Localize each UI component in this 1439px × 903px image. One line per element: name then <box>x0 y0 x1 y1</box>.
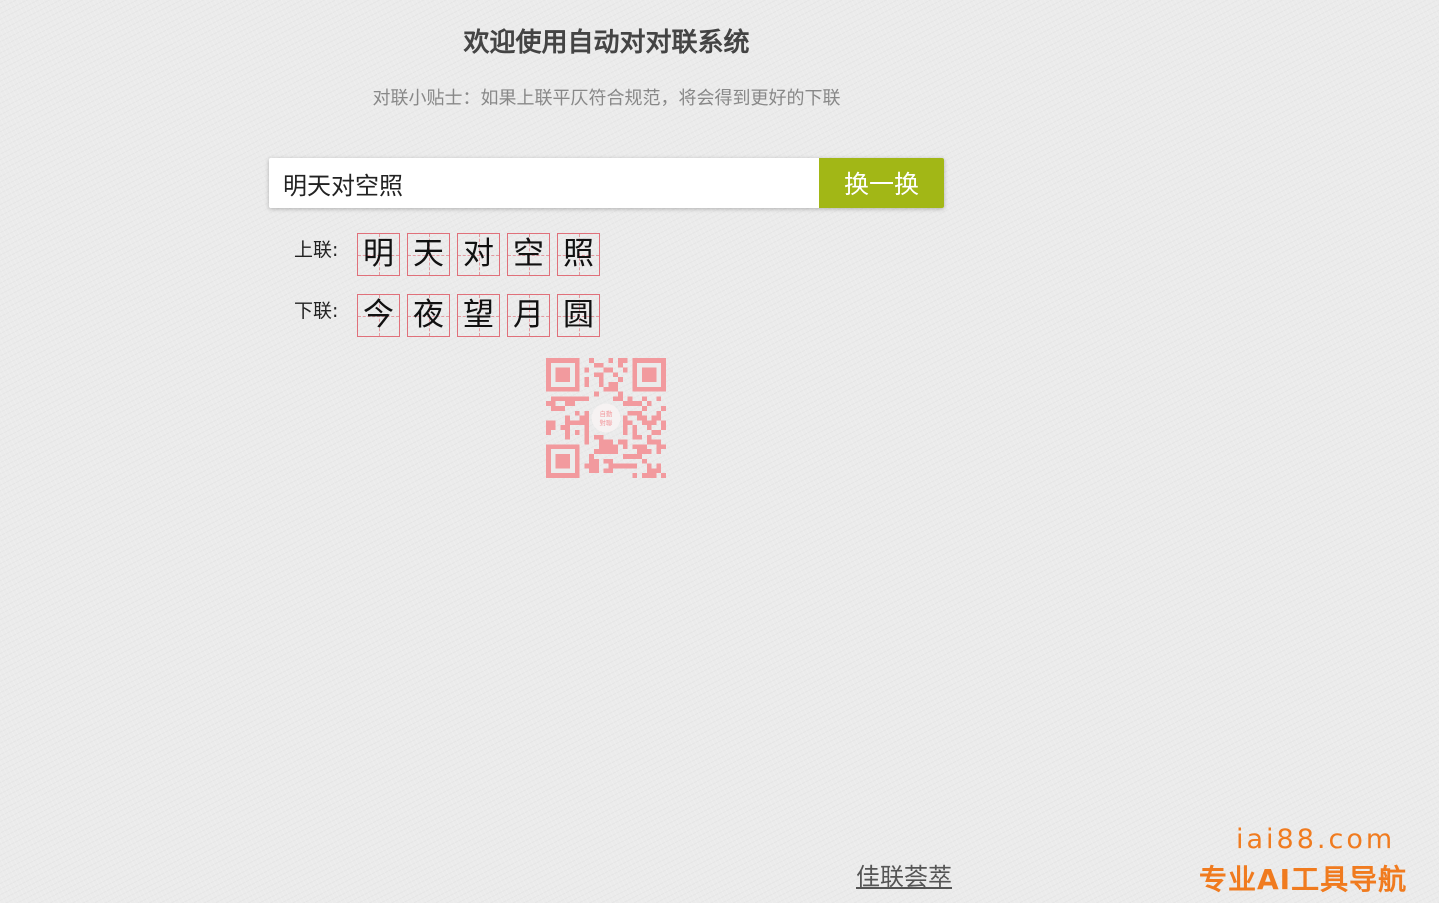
upper-char: 对 <box>463 236 494 272</box>
upper-couplet-row: 上联: 明 天 对 空 照 <box>294 233 607 276</box>
lower-char: 夜 <box>413 297 444 333</box>
upper-char: 照 <box>563 236 594 272</box>
lower-char-box: 望 <box>457 294 500 337</box>
qr-center-text-bottom: 對聯 <box>600 418 613 427</box>
qr-center-text-top: 自動 <box>600 409 613 418</box>
lower-char: 望 <box>463 297 494 333</box>
lower-char-box: 月 <box>507 294 550 337</box>
qr-code-icon: 自動 對聯 <box>546 358 666 478</box>
lower-couplet-chars: 今 夜 望 月 圆 <box>357 294 607 337</box>
couplet-input-bar: 换一换 <box>269 158 944 208</box>
lower-char-box: 圆 <box>557 294 600 337</box>
upper-couplet-input[interactable] <box>269 158 819 208</box>
upper-couplet-label: 上联: <box>294 239 339 261</box>
watermark-url: iai88.com <box>1236 824 1396 855</box>
upper-char-box: 照 <box>557 233 600 276</box>
upper-char-box: 空 <box>507 233 550 276</box>
upper-couplet-chars: 明 天 对 空 照 <box>357 233 607 276</box>
lower-char-box: 今 <box>357 294 400 337</box>
lower-couplet-label: 下联: <box>294 300 339 322</box>
upper-char-box: 天 <box>407 233 450 276</box>
lower-couplet-row: 下联: 今 夜 望 月 圆 <box>294 294 607 337</box>
couplet-tip: 对联小贴士：如果上联平仄符合规范，将会得到更好的下联 <box>372 88 841 109</box>
upper-char: 明 <box>363 236 394 272</box>
lower-char: 月 <box>513 297 544 333</box>
lower-char: 今 <box>363 297 394 333</box>
upper-char: 天 <box>413 236 444 272</box>
page-title: 欢迎使用自动对对联系统 <box>463 28 750 58</box>
upper-char-box: 明 <box>357 233 400 276</box>
upper-char-box: 对 <box>457 233 500 276</box>
change-button[interactable]: 换一换 <box>819 158 944 208</box>
watermark-slogan: 专业AI工具导航 <box>1199 863 1408 896</box>
upper-char: 空 <box>513 236 544 272</box>
featured-couplets-link[interactable]: 佳联荟萃 <box>856 857 952 892</box>
lower-char-box: 夜 <box>407 294 450 337</box>
lower-char: 圆 <box>563 297 594 333</box>
